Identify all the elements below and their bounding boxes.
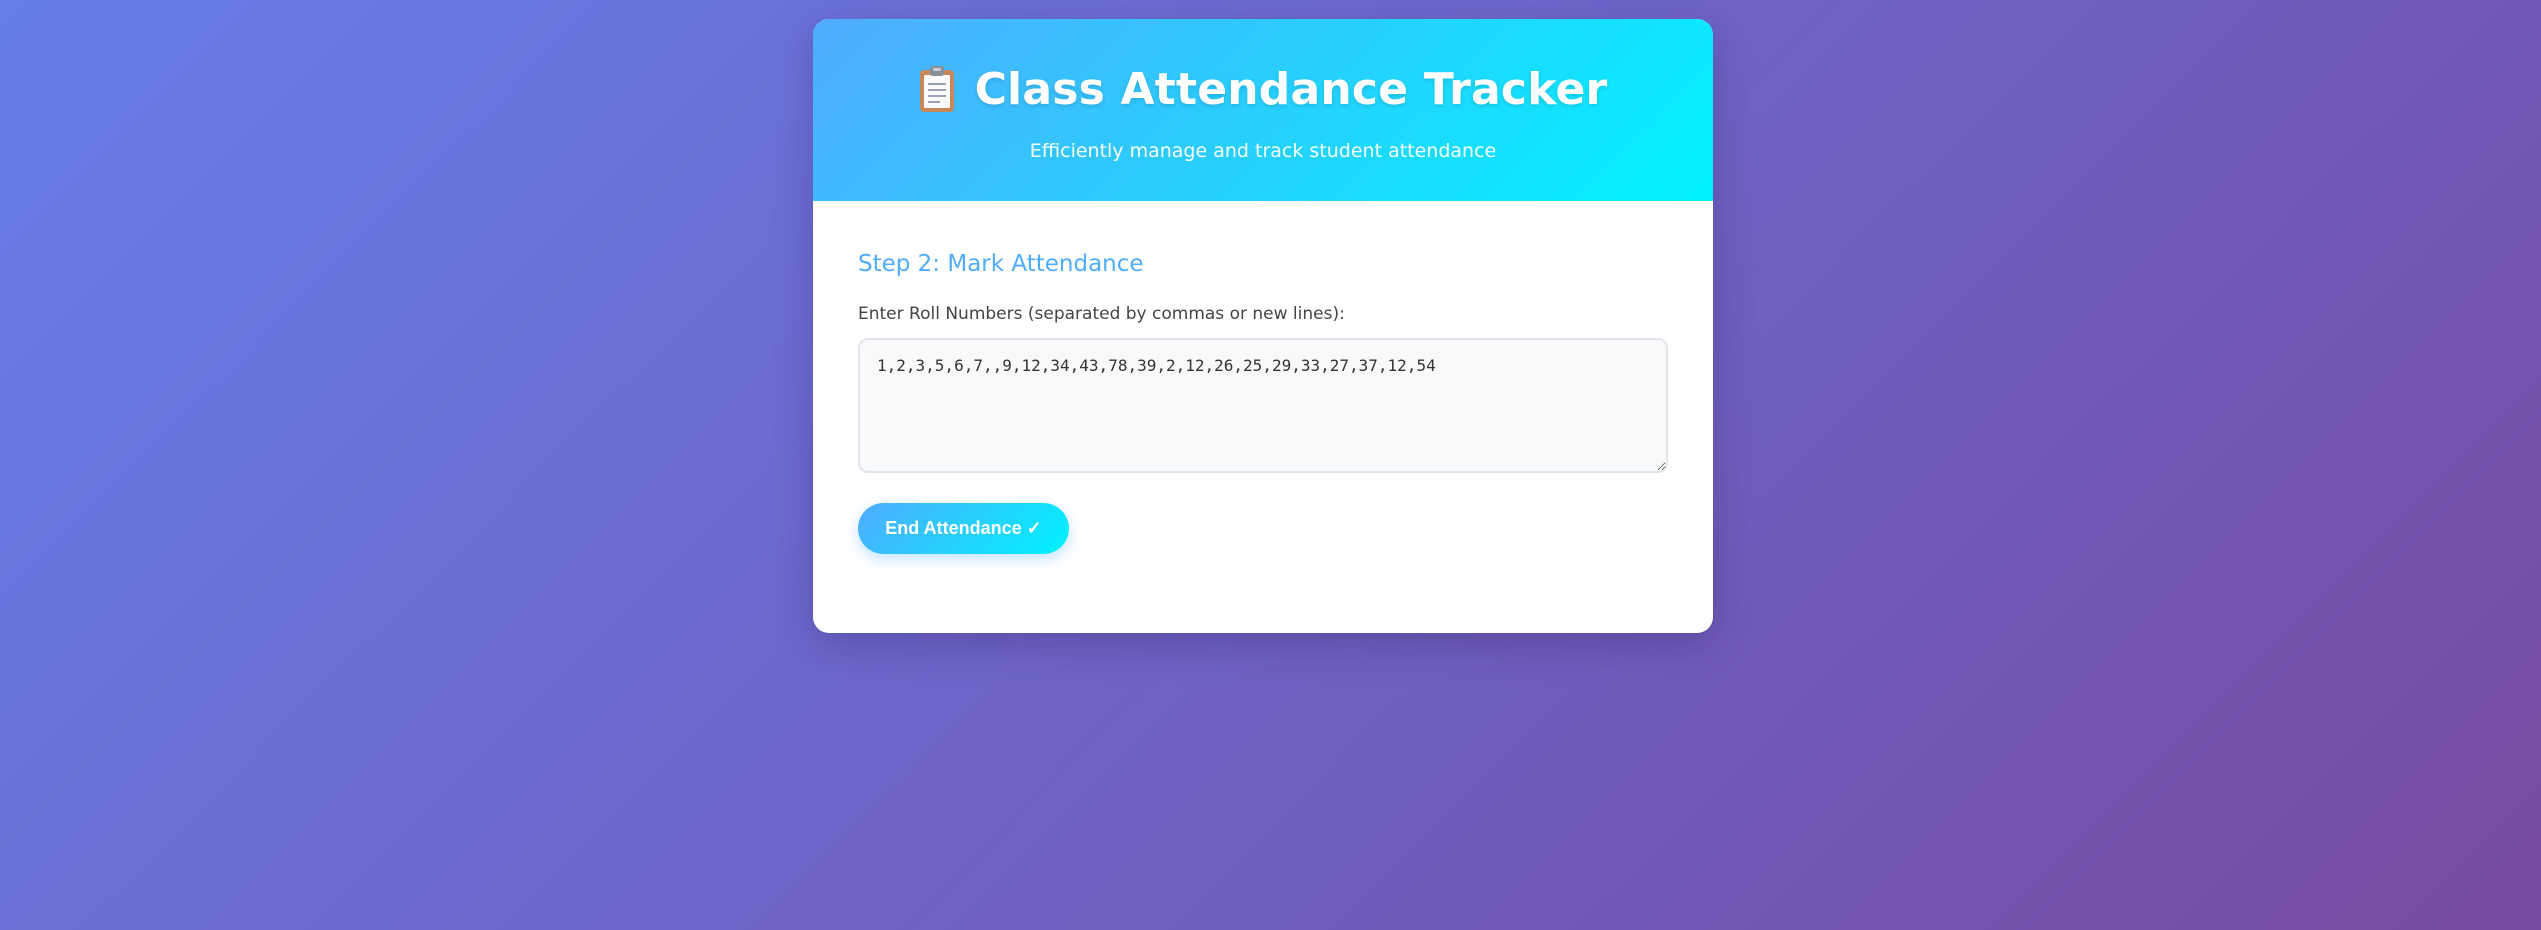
- clipboard-icon: [919, 65, 955, 113]
- title-row: Class Attendance Tracker: [813, 61, 1713, 117]
- page-subtitle: Efficiently manage and track student att…: [1029, 140, 1497, 162]
- page-background: { "header": { "icon": "clipboard-icon", …: [0, 0, 2541, 930]
- roll-numbers-label: Enter Roll Numbers (separated by commas …: [858, 304, 1345, 324]
- roll-numbers-input[interactable]: 1,2,3,5,6,7,,9,12,34,43,78,39,2,12,26,25…: [858, 338, 1668, 473]
- attendance-card: Class Attendance Tracker Efficiently man…: [813, 19, 1713, 633]
- step-title: Step 2: Mark Attendance: [858, 251, 1144, 277]
- end-attendance-button[interactable]: End Attendance ✓: [858, 503, 1069, 554]
- page-title: Class Attendance Tracker: [974, 63, 1608, 115]
- card-header: Class Attendance Tracker Efficiently man…: [813, 19, 1713, 201]
